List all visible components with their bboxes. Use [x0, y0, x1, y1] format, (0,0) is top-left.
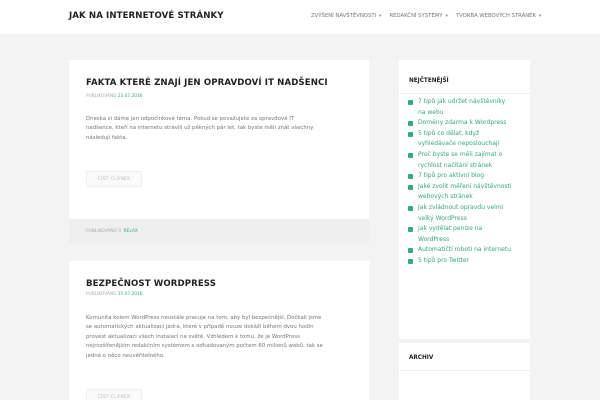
popular-posts-widget: NEJČTENĚJŠÍ 7 tipů jak udržet návštěvník… [399, 60, 530, 339]
popular-post-line: rychlost načítání stránek [418, 161, 493, 169]
excerpt-line: nadšence, kteří na internetu strávili už… [86, 125, 314, 132]
excerpt-line: provést aktualizaci všech instalací na s… [86, 333, 300, 340]
popular-post-line: 7 tipů jak udržet návštěvníky [418, 98, 506, 105]
bullet-icon [408, 205, 413, 211]
chevron-down-icon: ▾ [445, 13, 448, 19]
read-more-button[interactable]: ČÍST ČLÁNEK [86, 171, 142, 187]
popular-post-link[interactable]: Jak vydělat peníze na WordPress [408, 224, 512, 245]
popular-post-line: Proč byste se měli zajímat o [418, 150, 503, 158]
widget-title: NEJČTENĚJŠÍ [409, 78, 449, 84]
main-nav: ZVÝŠENÍ NÁVŠTĚVNOSTI ▾ REDAKČNÍ SYSTÉMY … [311, 13, 549, 19]
popular-post-link[interactable]: 5 tipů co dělat, když vyhledávače neposlo… [408, 129, 512, 150]
widget-divider [399, 93, 530, 94]
bullet-icon [408, 100, 413, 105]
post-card: BEZPEČNOST WORDPRESS PUBLIKOVÁNO 15.07.2… [69, 261, 369, 400]
nav-item-redakcni-systemy[interactable]: REDAKČNÍ SYSTÉMY ▾ [389, 13, 447, 19]
nav-item-tvorba-webovych-stranek[interactable]: TVORBA WEBOVÝCH STRÁNEK ▾ [456, 13, 541, 19]
bullet-icon [408, 258, 413, 264]
post-title[interactable]: FAKTA KTERÉ ZNAJÍ JEN OPRAVDOVÍ IT NADŠE… [86, 78, 328, 88]
popular-post-line: vyhledávače neposlouchají [418, 140, 500, 148]
post-meta: PUBLIKOVÁNO 23.07.2016 [86, 94, 142, 99]
bullet-icon [408, 121, 413, 127]
nav-item-label: TVORBA WEBOVÝCH STRÁNEK [455, 13, 537, 19]
popular-post-link[interactable]: Domény zdarma k Wordpress [408, 118, 512, 129]
nav-item-label: REDAKČNÍ SYSTÉMY [389, 13, 443, 19]
popular-post-line: Jak zvládnout opravdu velmi [418, 203, 504, 211]
popular-post-line: velký WordPress [418, 214, 467, 222]
bullet-icon [408, 227, 413, 233]
post-meta-prefix: PUBLIKOVÁNO [86, 94, 117, 99]
popular-post-link[interactable]: 5 tipů pro Twitter [408, 256, 512, 267]
post-date[interactable]: 23.07.2016 [118, 94, 143, 99]
popular-post-line: 5 tipů co dělat, když [418, 129, 480, 137]
post-footer-prefix: PUBLIKOVÁNO V [86, 228, 122, 234]
popular-post-line: 7 tipů pro aktivní blog [418, 172, 485, 180]
popular-post-line: Jak vydělat peníze na [418, 225, 483, 233]
bullet-icon [408, 174, 413, 180]
nav-item-zvyseni-navstevnosti[interactable]: ZVÝŠENÍ NÁVŠTĚVNOSTI ▾ [311, 13, 381, 19]
popular-post-line: Jaké zvolit měření návštěvnosti [418, 182, 512, 190]
post-meta-prefix: PUBLIKOVÁNO [86, 292, 117, 297]
popular-post-line: webových stránek [418, 193, 473, 201]
excerpt-line: se automatických aktualizací jádra, kter… [86, 324, 314, 331]
popular-post-line: 5 tipů pro Twitter [418, 256, 470, 264]
bullet-icon [408, 131, 413, 137]
chevron-down-icon: ▾ [379, 13, 382, 19]
popular-post-line: na webu [418, 108, 444, 116]
post-excerpt: Komunita kolem WordPress neustále pracuj… [86, 314, 323, 361]
post-meta: PUBLIKOVÁNO 15.07.2016 [86, 292, 142, 297]
post-footer: PUBLIKOVÁNO V RELAX [69, 219, 369, 243]
bullet-icon [408, 248, 413, 254]
popular-post-link[interactable]: Jaké zvolit měření návštěvnosti webových … [408, 182, 512, 203]
popular-posts-list: 7 tipů jak udržet návštěvníky na webu Dom… [408, 97, 512, 267]
excerpt-line: jedná o něco neuvěřitelného. [86, 352, 165, 359]
bullet-icon [408, 152, 413, 158]
excerpt-line: nejrozšířenějším redakčním systémem s od… [86, 343, 323, 350]
read-more-button[interactable]: ČÍST ČLÁNEK [86, 389, 142, 400]
excerpt-line: Dneska si dáme jen odpočinkové téma. Pok… [86, 116, 295, 122]
popular-post-line: Automatičtí roboti na internetu [418, 246, 512, 254]
excerpt-line: následují fakta. [86, 134, 128, 141]
popular-post-link[interactable]: 7 tipů jak udržet návštěvníky na webu [408, 97, 512, 118]
post-category-link[interactable]: RELAX [124, 229, 138, 234]
post-card: FAKTA KTERÉ ZNAJÍ JEN OPRAVDOVÍ IT NADŠE… [69, 60, 369, 243]
bullet-icon [408, 184, 413, 190]
nav-item-label: ZVÝŠENÍ NÁVŠTĚVNOSTI [311, 13, 377, 19]
widget-divider [399, 370, 530, 371]
popular-post-link[interactable]: Proč byste se měli zajímat o rychlost nač… [408, 150, 512, 171]
popular-post-link[interactable]: Automatičtí roboti na internetu [408, 245, 512, 256]
excerpt-line: Komunita kolem WordPress neustále pracuj… [86, 315, 322, 321]
popular-post-line: WordPress [418, 235, 450, 243]
widget-title: ARCHIV [409, 355, 434, 361]
site-title[interactable]: JAK NA INTERNETOVÉ STRÁNKY [69, 11, 224, 21]
site-header: JAK NA INTERNETOVÉ STRÁNKY ZVÝŠENÍ NÁVŠT… [0, 0, 600, 34]
post-title[interactable]: BEZPEČNOST WORDPRESS [86, 279, 216, 289]
post-date[interactable]: 15.07.2016 [118, 292, 143, 297]
popular-post-link[interactable]: Jak zvládnout opravdu velmi velký WordPre… [408, 203, 512, 224]
post-excerpt: Dneska si dáme jen odpočinkové téma. Pok… [86, 115, 313, 143]
chevron-down-icon: ▾ [539, 13, 542, 19]
popular-post-line: Domény zdarma k Wordpress [418, 119, 507, 127]
archive-widget: ARCHIV [399, 339, 530, 400]
popular-post-link[interactable]: 7 tipů pro aktivní blog [408, 171, 512, 182]
